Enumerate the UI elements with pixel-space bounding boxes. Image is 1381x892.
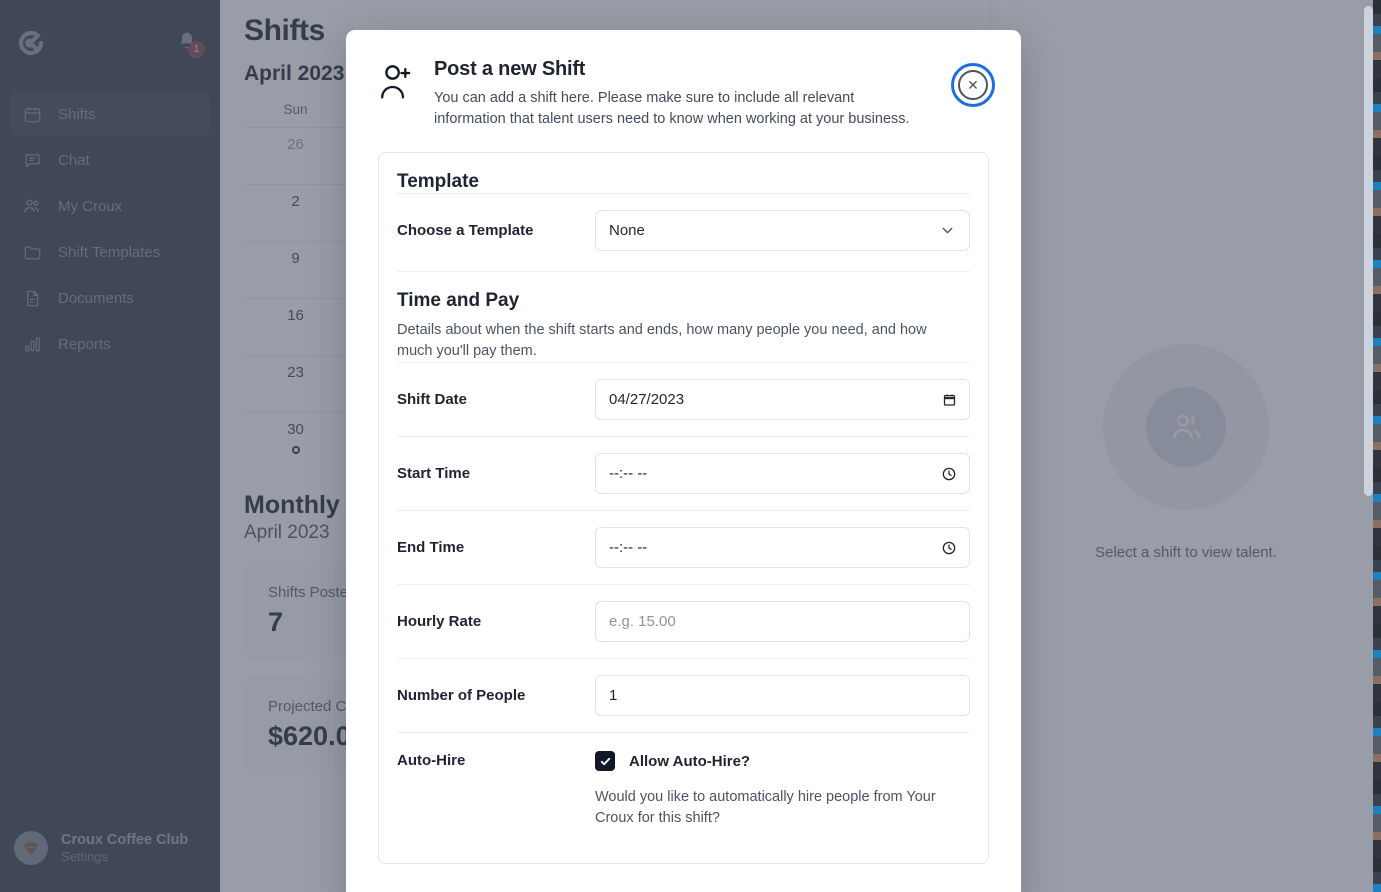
template-section-card: Template Choose a Template None Time and… [378,152,989,865]
calendar-icon[interactable] [942,392,957,407]
form-row-choose-template: Choose a Template None [397,193,970,267]
end-time-input[interactable]: --:-- -- [595,527,970,569]
hourly-rate-input[interactable]: e.g. 15.00 [595,601,970,643]
field-control: 04/27/2023 [595,379,970,421]
field-label: End Time [397,539,465,557]
add-person-icon [378,62,416,106]
auto-hire-checkbox[interactable] [595,751,615,772]
template-select-value: None [609,222,645,240]
modal-scroll-area[interactable]: Post a new Shift You can add a shift her… [346,30,1021,892]
field-control: Allow Auto-Hire? Would you like to autom… [595,751,970,829]
start-time-input[interactable]: --:-- -- [595,453,970,495]
close-button[interactable]: ✕ [951,63,995,107]
field-control: 1 [595,675,970,717]
field-label: Auto-Hire [397,752,466,770]
section-title: Template [397,171,480,193]
form-row-number-of-people: Number of People 1 [397,658,970,732]
page-scrollbar[interactable] [1364,6,1373,496]
field-control: e.g. 15.00 [595,601,970,643]
field-control: --:-- -- [595,453,970,495]
modal-header: Post a new Shift You can add a shift her… [378,58,995,130]
auto-hire-checkbox-row[interactable]: Allow Auto-Hire? [595,751,970,772]
field-label: Hourly Rate [397,613,482,631]
number-of-people-value: 1 [609,687,618,705]
section-title: Time and Pay [397,290,520,312]
form-row-hourly-rate: Hourly Rate e.g. 15.00 [397,584,970,658]
start-time-value: --:-- -- [609,465,648,483]
template-section-header: Template [397,153,970,193]
form-row-auto-hire: Auto-Hire Allow Auto-Hire? Would you lik… [397,732,970,845]
auto-hire-helper-text: Would you like to automatically hire peo… [595,789,936,827]
field-label: Start Time [397,465,471,483]
shift-date-input[interactable]: 04/27/2023 [595,379,970,421]
shift-date-value: 04/27/2023 [609,391,685,409]
form-row-shift-date: Shift Date 04/27/2023 [397,362,970,436]
field-label: Shift Date [397,391,468,409]
modal-title: Post a new Shift [434,58,586,80]
field-control: None [595,210,970,252]
modal-description: You can add a shift here. Please make su… [434,90,910,128]
number-of-people-input[interactable]: 1 [595,675,970,717]
post-new-shift-modal: Post a new Shift You can add a shift her… [346,30,1021,892]
field-control: --:-- -- [595,527,970,569]
section-description: Details about when the shift starts and … [397,322,927,360]
offscreen-window-edge [1373,0,1381,892]
hourly-rate-placeholder: e.g. 15.00 [609,613,676,631]
clock-icon[interactable] [941,540,957,556]
clock-icon[interactable] [941,466,957,482]
form-row-end-time: End Time --:-- -- [397,510,970,584]
app-root: 1 Shifts [0,0,1381,892]
time-and-pay-section-header: Time and Pay Details about when the shif… [397,271,970,362]
form-row-start-time: Start Time --:-- -- [397,436,970,510]
close-circle-icon: ✕ [958,70,988,100]
field-label: Number of People [397,687,526,705]
chevron-down-icon [939,222,956,239]
template-select[interactable]: None [595,210,970,252]
field-label: Choose a Template [397,222,534,240]
auto-hire-checkbox-label: Allow Auto-Hire? [629,752,751,770]
modal-header-texts: Post a new Shift You can add a shift her… [434,58,929,130]
end-time-value: --:-- -- [609,539,648,557]
